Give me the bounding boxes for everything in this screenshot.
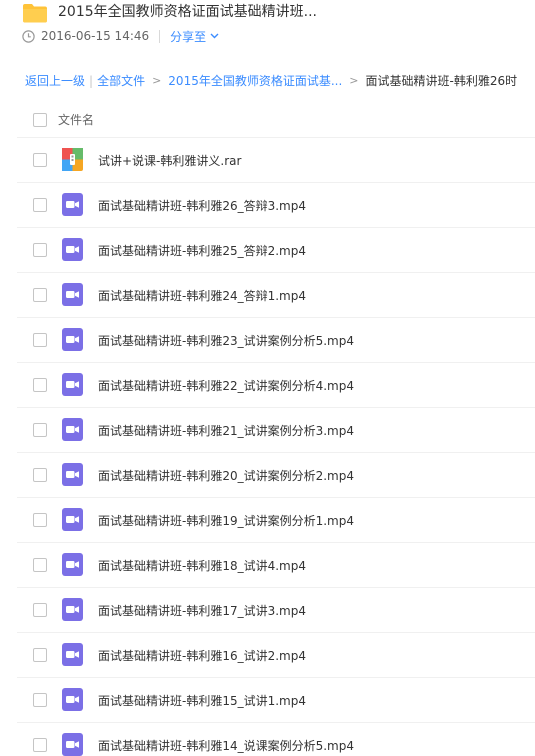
file-row[interactable]: 面试基础精讲班-韩利雅14_说课案例分析5.mp4 — [17, 723, 535, 756]
file-row-checkbox[interactable] — [33, 333, 47, 347]
file-name[interactable]: 试讲+说课-韩利雅讲义.rar — [98, 152, 241, 169]
file-rows: 试讲+说课-韩利雅讲义.rar 面试基础精讲班-韩利雅26_答辩3.mp4 面试基础… — [17, 138, 535, 756]
file-name[interactable]: 面试基础精讲班-韩利雅19_试讲案例分析1.mp4 — [98, 512, 354, 529]
file-row[interactable]: 面试基础精讲班-韩利雅25_答辩2.mp4 — [17, 228, 535, 273]
file-name[interactable]: 面试基础精讲班-韩利雅18_试讲4.mp4 — [98, 557, 306, 574]
file-meta: 2016-06-15 14:46 分享至 — [22, 27, 219, 45]
chevron-down-icon — [210, 33, 219, 39]
file-row-checkbox[interactable] — [33, 288, 47, 302]
file-row[interactable]: 面试基础精讲班-韩利雅20_试讲案例分析2.mp4 — [17, 453, 535, 498]
file-row[interactable]: 面试基础精讲班-韩利雅24_答辩1.mp4 — [17, 273, 535, 318]
file-name[interactable]: 面试基础精讲班-韩利雅23_试讲案例分析5.mp4 — [98, 332, 354, 349]
file-name[interactable]: 面试基础精讲班-韩利雅20_试讲案例分析2.mp4 — [98, 467, 354, 484]
file-row[interactable]: 面试基础精讲班-韩利雅16_试讲2.mp4 — [17, 633, 535, 678]
file-row[interactable]: 面试基础精讲班-韩利雅26_答辩3.mp4 — [17, 183, 535, 228]
meta-divider — [159, 29, 161, 43]
video-file-icon — [62, 463, 83, 486]
breadcrumb-parent-folder[interactable]: 2015年全国教师资格证面试基... — [168, 72, 342, 89]
timestamp: 2016-06-15 14:46 — [41, 29, 150, 43]
file-name[interactable]: 面试基础精讲班-韩利雅21_试讲案例分析3.mp4 — [98, 422, 354, 439]
video-file-icon — [62, 553, 83, 576]
breadcrumb-back[interactable]: 返回上一级 — [25, 72, 85, 89]
folder-icon — [23, 4, 47, 23]
video-file-icon — [62, 688, 83, 711]
file-row[interactable]: 面试基础精讲班-韩利雅23_试讲案例分析5.mp4 — [17, 318, 535, 363]
file-row-checkbox[interactable] — [33, 423, 47, 437]
file-row-checkbox[interactable] — [33, 243, 47, 257]
file-row-checkbox[interactable] — [33, 198, 47, 212]
file-row[interactable]: 面试基础精讲班-韩利雅18_试讲4.mp4 — [17, 543, 535, 588]
file-name[interactable]: 面试基础精讲班-韩利雅16_试讲2.mp4 — [98, 647, 306, 664]
file-name[interactable]: 面试基础精讲班-韩利雅14_说课案例分析5.mp4 — [98, 737, 354, 754]
column-header-filename: 文件名 — [58, 113, 95, 127]
file-name[interactable]: 面试基础精讲班-韩利雅26_答辩3.mp4 — [98, 197, 306, 214]
file-name[interactable]: 面试基础精讲班-韩利雅17_试讲3.mp4 — [98, 602, 306, 619]
file-row[interactable]: 试讲+说课-韩利雅讲义.rar — [17, 138, 535, 183]
video-file-icon — [62, 598, 83, 621]
file-row[interactable]: 面试基础精讲班-韩利雅15_试讲1.mp4 — [17, 678, 535, 723]
file-list: 文件名 试讲+说课-韩利雅讲义.rar 面试基础精讲班-韩利雅26_答辩3.mp4… — [17, 100, 535, 756]
clock-icon — [22, 29, 35, 43]
video-file-icon — [62, 238, 83, 261]
archive-file-icon — [62, 148, 83, 171]
file-name[interactable]: 面试基础精讲班-韩利雅15_试讲1.mp4 — [98, 692, 306, 709]
select-all-checkbox[interactable] — [33, 113, 47, 127]
video-file-icon — [62, 643, 83, 666]
file-list-header: 文件名 — [17, 100, 535, 138]
file-row-checkbox[interactable] — [33, 738, 47, 752]
video-file-icon — [62, 418, 83, 441]
breadcrumb: 返回上一级 | 全部文件 > 2015年全国教师资格证面试基... > 面试基础… — [25, 72, 517, 89]
video-file-icon — [62, 373, 83, 396]
file-row[interactable]: 面试基础精讲班-韩利雅19_试讲案例分析1.mp4 — [17, 498, 535, 543]
video-file-icon — [62, 328, 83, 351]
page-title: 2015年全国教师资格证面试基础精讲班... — [58, 4, 317, 20]
file-row-checkbox[interactable] — [33, 153, 47, 167]
breadcrumb-all-files[interactable]: 全部文件 — [97, 72, 145, 89]
file-row[interactable]: 面试基础精讲班-韩利雅17_试讲3.mp4 — [17, 588, 535, 633]
breadcrumb-arrow-icon: > — [152, 74, 162, 87]
file-row-checkbox[interactable] — [33, 648, 47, 662]
file-name[interactable]: 面试基础精讲班-韩利雅25_答辩2.mp4 — [98, 242, 306, 259]
file-name[interactable]: 面试基础精讲班-韩利雅24_答辩1.mp4 — [98, 287, 306, 304]
file-row-checkbox[interactable] — [33, 558, 47, 572]
file-row[interactable]: 面试基础精讲班-韩利雅21_试讲案例分析3.mp4 — [17, 408, 535, 453]
file-row[interactable]: 面试基础精讲班-韩利雅22_试讲案例分析4.mp4 — [17, 363, 535, 408]
video-file-icon — [62, 508, 83, 531]
breadcrumb-current-folder: 面试基础精讲班-韩利雅26时 — [365, 74, 518, 88]
video-file-icon — [62, 193, 83, 216]
file-row-checkbox[interactable] — [33, 378, 47, 392]
breadcrumb-separator: | — [89, 73, 94, 88]
file-row-checkbox[interactable] — [33, 603, 47, 617]
video-file-icon — [62, 733, 83, 756]
file-row-checkbox[interactable] — [33, 513, 47, 527]
file-row-checkbox[interactable] — [33, 693, 47, 707]
share-button[interactable]: 分享至 — [170, 28, 219, 45]
file-header: 2015年全国教师资格证面试基础精讲班... 2016-06-15 14:46 … — [0, 0, 535, 60]
share-label: 分享至 — [170, 29, 207, 44]
breadcrumb-arrow-icon: > — [349, 74, 359, 87]
file-row-checkbox[interactable] — [33, 468, 47, 482]
video-file-icon — [62, 283, 83, 306]
file-name[interactable]: 面试基础精讲班-韩利雅22_试讲案例分析4.mp4 — [98, 377, 354, 394]
